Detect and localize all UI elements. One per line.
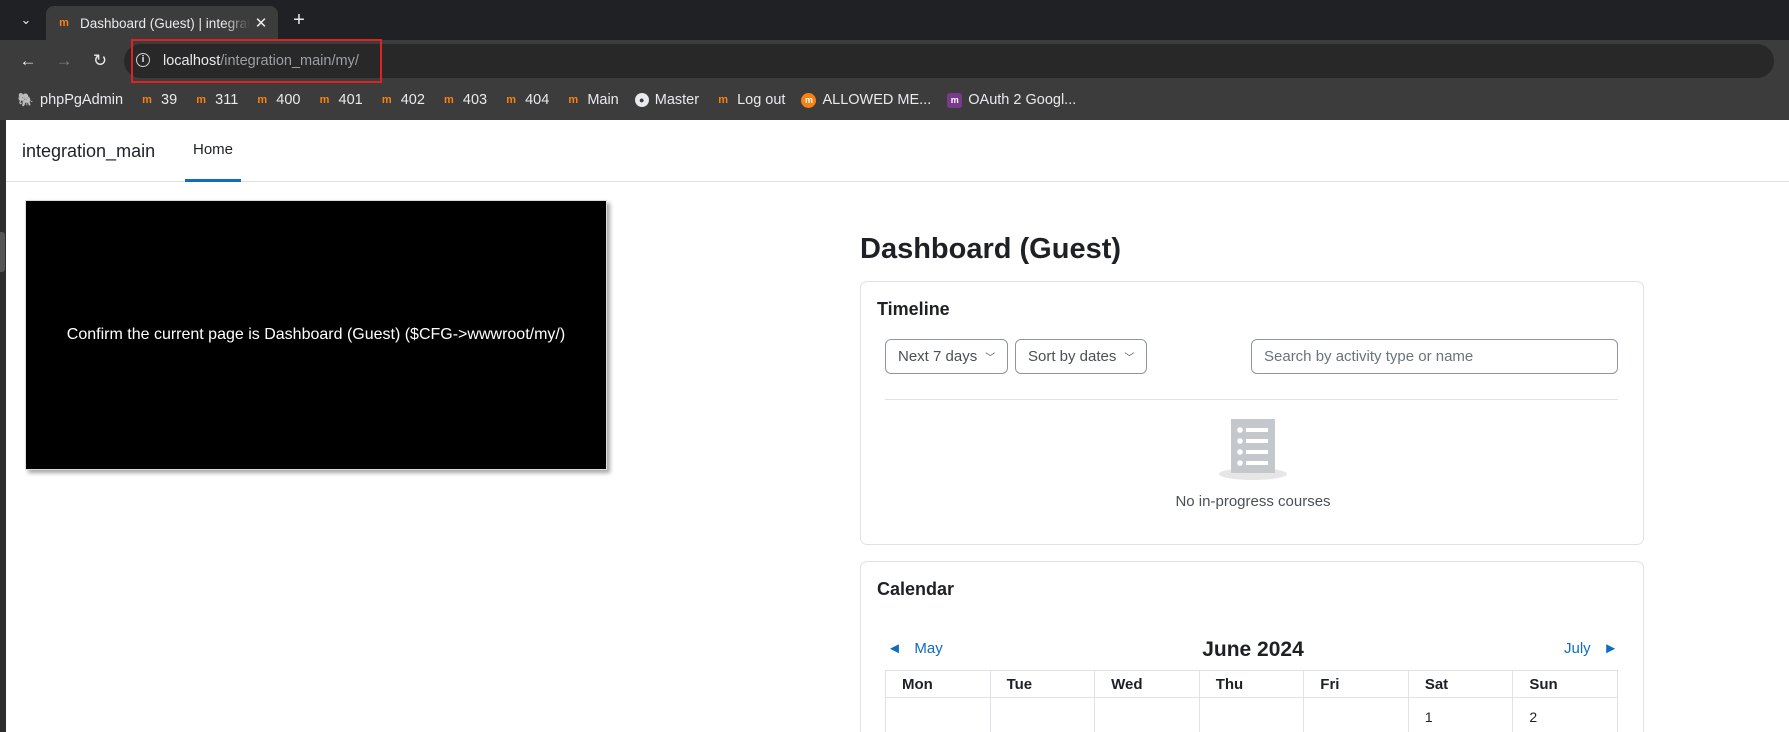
bookmark-39[interactable]: m 39 xyxy=(139,92,177,108)
calendar-day-cell xyxy=(1198,697,1305,732)
next-month-label: July xyxy=(1564,640,1591,657)
bookmark-402[interactable]: m 402 xyxy=(379,92,425,108)
timeline-title: Timeline xyxy=(877,299,950,319)
tab-search-dropdown-icon[interactable]: ⌄ xyxy=(14,8,38,32)
empty-list-icon xyxy=(1219,419,1287,480)
weekday-header: Thu xyxy=(1198,670,1305,698)
tab-close-icon[interactable]: ✕ xyxy=(252,14,270,32)
bookmark-phppgadmin[interactable]: 🐘 phpPgAdmin xyxy=(18,92,123,108)
bookmark-oauth[interactable]: m OAuth 2 Googl... xyxy=(947,92,1076,108)
instruction-overlay: Confirm the current page is Dashboard (G… xyxy=(25,200,607,470)
moodle-icon: m xyxy=(142,94,152,106)
tab-title: Dashboard (Guest) | integration_main xyxy=(80,15,250,31)
site-header: integration_main Home xyxy=(6,120,1789,182)
bookmark-label: 401 xyxy=(338,92,363,108)
timeline-empty-text: No in-progress courses xyxy=(1175,493,1331,510)
nav-home-label: Home xyxy=(193,141,234,158)
weekday-header: Tue xyxy=(989,670,1096,698)
url-highlight-box xyxy=(131,39,382,83)
chevron-down-icon: ﹀ xyxy=(985,353,996,364)
bookmark-400[interactable]: m 400 xyxy=(254,92,300,108)
back-arrow-icon[interactable]: ← xyxy=(15,48,41,74)
bookmark-label: Master xyxy=(654,92,700,108)
elephant-icon: 🐘 xyxy=(17,92,35,107)
moodle-icon: m xyxy=(444,94,454,106)
site-name[interactable]: integration_main xyxy=(22,141,155,162)
weekday-header: Mon xyxy=(885,670,991,698)
bookmark-404[interactable]: m 404 xyxy=(503,92,549,108)
bookmark-403[interactable]: m 403 xyxy=(441,92,487,108)
new-tab-icon[interactable]: + xyxy=(287,8,311,32)
timeline-search-input[interactable] xyxy=(1251,339,1618,374)
timeline-filter-label: Next 7 days xyxy=(898,348,978,365)
bookmark-label: Log out xyxy=(737,92,786,108)
bookmark-allowed[interactable]: m ALLOWED ME... xyxy=(801,92,931,108)
timeline-sort-dropdown[interactable]: Sort by dates ﹀ xyxy=(1015,339,1148,374)
bookmark-label: 403 xyxy=(462,92,488,108)
bookmark-label: 400 xyxy=(276,92,301,108)
moodle-icon: m xyxy=(319,94,330,106)
bookmark-label: ALLOWED ME... xyxy=(822,92,932,108)
moodle-icon: m xyxy=(381,94,392,106)
timeline-block: Timeline Next 7 days ﹀ Sort by dates ﹀ N… xyxy=(860,281,1644,545)
calendar-table: Mon Tue Wed Thu Fri Sat Sun 1 2 xyxy=(885,670,1618,732)
calendar-next-month-link[interactable]: July ► xyxy=(1564,640,1618,657)
bookmark-label: phpPgAdmin xyxy=(40,92,124,108)
bookmark-label: 404 xyxy=(525,92,550,108)
calendar-day-cell xyxy=(1094,697,1200,732)
bookmark-311[interactable]: m 311 xyxy=(193,92,238,108)
forward-arrow-icon[interactable]: → xyxy=(51,48,77,74)
calendar-day-cell[interactable]: 2 xyxy=(1512,697,1618,732)
calendar-day-cell[interactable]: 1 xyxy=(1407,697,1514,732)
calendar-day-cell xyxy=(885,697,991,732)
tab-strip: ⌄ m Dashboard (Guest) | integration_main… xyxy=(0,0,1789,40)
timeline-sort-label: Sort by dates xyxy=(1028,348,1117,365)
instruction-text: Confirm the current page is Dashboard (G… xyxy=(66,326,566,343)
calendar-day-cell xyxy=(989,697,1096,732)
weekday-header: Wed xyxy=(1094,670,1200,698)
moodle-favicon-icon: m xyxy=(59,17,69,29)
timeline-filter-dropdown[interactable]: Next 7 days ﹀ xyxy=(885,339,1009,374)
moodle-icon: m xyxy=(718,94,728,106)
bookmark-label: 402 xyxy=(400,92,425,108)
calendar-title: Calendar xyxy=(877,579,955,599)
window-left-edge xyxy=(0,120,6,732)
moodle-icon: m xyxy=(196,94,207,106)
moodle-icon: m xyxy=(257,94,268,106)
weekday-header: Sat xyxy=(1407,670,1514,698)
moodle-icon: m xyxy=(506,94,516,106)
bookmark-label: Main xyxy=(587,92,619,108)
bookmark-log-out[interactable]: m Log out xyxy=(715,92,785,108)
calendar-weekday-row: Mon Tue Wed Thu Fri Sat Sun xyxy=(885,670,1618,698)
weekday-header: Fri xyxy=(1303,670,1409,698)
oauth-icon: m xyxy=(947,92,963,108)
bookmarks-bar: 🐘 phpPgAdmin m 39 m 311 m 400 m 401 m 402 m 403… xyxy=(0,88,1789,112)
globe-icon: ● xyxy=(634,93,649,107)
calendar-month-label: June 2024 xyxy=(1202,638,1304,661)
browser-chrome: ⌄ m Dashboard (Guest) | integration_main… xyxy=(0,0,1789,120)
bookmark-401[interactable]: m 401 xyxy=(317,92,363,108)
bookmark-master[interactable]: ● Master xyxy=(634,92,700,108)
bookmark-label: OAuth 2 Googl... xyxy=(968,92,1077,108)
right-triangle-icon: ► xyxy=(1603,640,1619,657)
chevron-down-icon: ﹀ xyxy=(1124,353,1135,364)
nav-home-tab[interactable]: Home xyxy=(185,120,242,182)
bookmark-label: 39 xyxy=(161,92,178,108)
weekday-header: Sun xyxy=(1512,670,1618,698)
side-panel-handle[interactable] xyxy=(0,232,5,272)
timeline-divider xyxy=(885,399,1618,400)
bookmark-main[interactable]: m Main xyxy=(565,92,618,108)
calendar-block: Calendar ◄ May June 2024 July ► Mon Tue … xyxy=(860,561,1644,732)
calendar-day-cell xyxy=(1303,697,1409,732)
page-title: Dashboard (Guest) xyxy=(860,233,1122,265)
bookmark-label: 311 xyxy=(215,92,239,108)
calendar-week-row: 1 2 xyxy=(885,697,1618,732)
moodle-circle-icon: m xyxy=(801,92,817,108)
browser-tab-active[interactable]: m Dashboard (Guest) | integration_main ✕ xyxy=(46,6,278,40)
reload-icon[interactable]: ↻ xyxy=(87,48,113,74)
moodle-icon: m xyxy=(568,94,579,106)
